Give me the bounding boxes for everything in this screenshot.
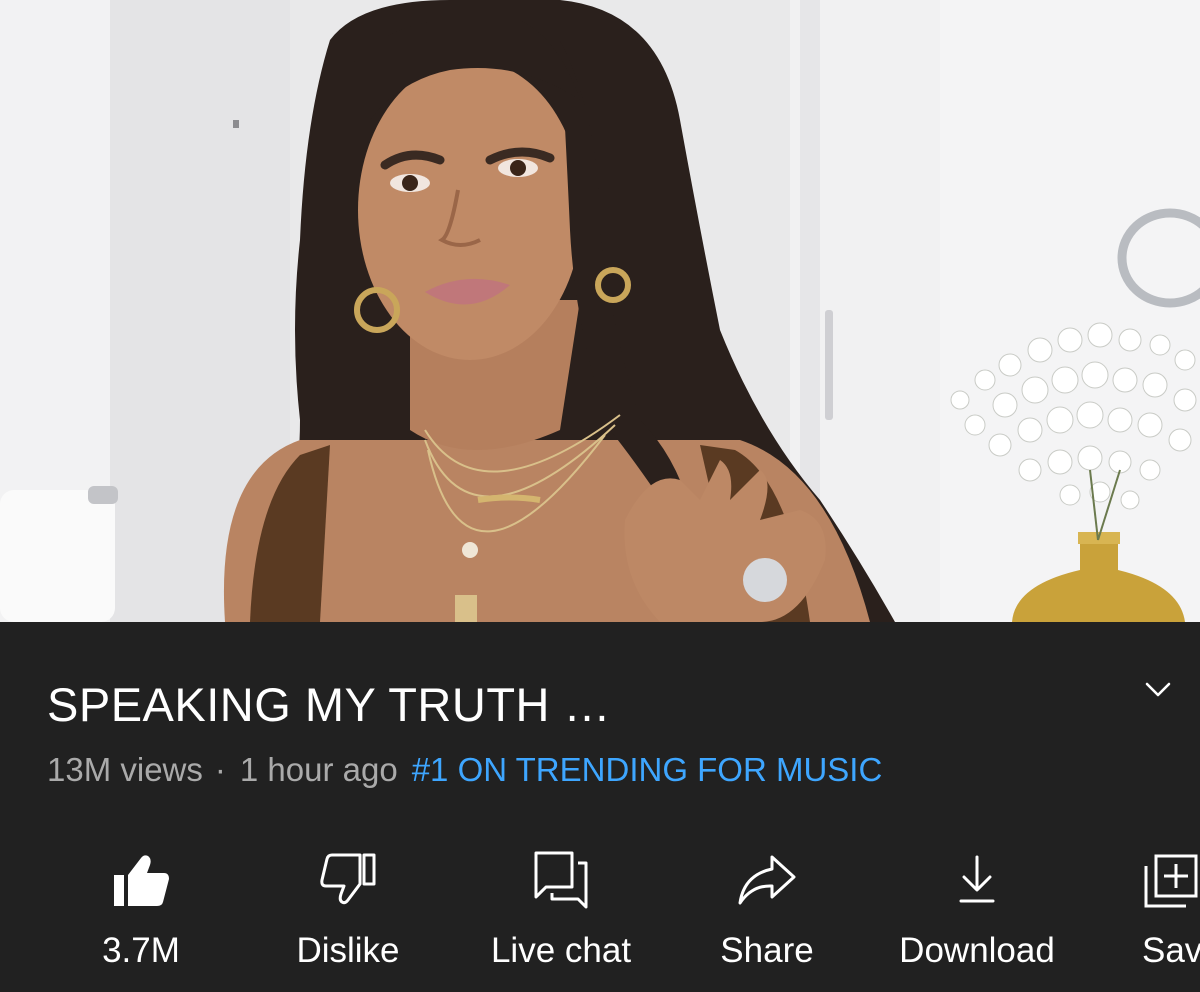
live-chat-button[interactable]: Live chat (476, 847, 646, 977)
video-watch-page: SPEAKING MY TRUTH … 13M views · 1 hour ago… (0, 0, 1200, 992)
video-title[interactable]: SPEAKING MY TRUTH … (47, 677, 611, 733)
upload-time: 1 hour ago (239, 751, 398, 788)
download-icon (959, 855, 995, 903)
live-chat-label: Live chat (490, 931, 632, 970)
video-info-panel: SPEAKING MY TRUTH … 13M views · 1 hour ago… (0, 622, 1200, 992)
dislike-label: Dislike (296, 931, 400, 970)
share-button[interactable]: Share (712, 847, 822, 977)
save-button[interactable]: Sav (1142, 847, 1200, 977)
meta-separator: · (214, 751, 226, 788)
video-metadata: 13M views · 1 hour ago #1 ON TRENDING FOR M… (47, 750, 882, 790)
like-button[interactable]: 3.7M (86, 847, 196, 977)
video-frame-image (0, 0, 1200, 622)
download-label: Download (899, 931, 1055, 970)
dislike-button[interactable]: Dislike (285, 847, 411, 977)
share-arrow-icon (738, 855, 796, 905)
view-count: 13M views (47, 751, 203, 788)
chevron-down-icon (1145, 682, 1171, 697)
save-label: Sav (1142, 931, 1200, 970)
thumbs-up-filled-icon (114, 855, 169, 906)
action-bar: 3.7M Dislike Live chat Share Download Sa… (0, 847, 1200, 977)
add-to-playlist-icon (1144, 854, 1198, 908)
video-player[interactable] (0, 0, 1200, 622)
expand-description-button[interactable] (1136, 670, 1180, 710)
share-label: Share (720, 931, 814, 970)
trending-link[interactable]: #1 ON TRENDING FOR MUSIC (412, 751, 883, 788)
like-count: 3.7M (102, 931, 180, 970)
chat-icon (534, 851, 588, 909)
thumbs-down-outline-icon (320, 853, 376, 905)
download-button[interactable]: Download (886, 847, 1068, 977)
